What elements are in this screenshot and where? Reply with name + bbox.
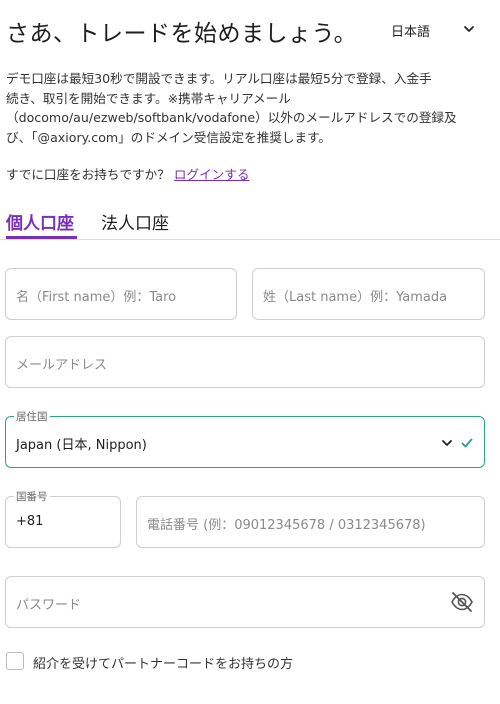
intro-line: 続き、取引を開始できます。※携帯キャリアメール	[6, 90, 291, 106]
phone-code-field[interactable]: 国番号 +81	[5, 489, 121, 548]
eye-off-icon[interactable]	[450, 591, 474, 613]
first-name-placeholder: 名（First name）例：Taro	[16, 290, 177, 305]
phone-code-value: +81	[16, 514, 44, 529]
password-field[interactable]: パスワード	[5, 576, 485, 628]
intro-description: デモ口座は最短30秒で開設できます。リアル口座は最短5分で登録、入金手 続き、取…	[6, 69, 496, 147]
tab-corporate-account[interactable]: 法人口座	[101, 209, 169, 234]
referral-checkbox[interactable]	[6, 652, 24, 670]
language-selector[interactable]: 日本語	[391, 21, 430, 40]
email-placeholder: メールアドレス	[16, 358, 108, 373]
tab-individual-account[interactable]: 個人口座	[6, 209, 74, 234]
check-icon	[461, 438, 473, 448]
login-prompt: すでに口座をお持ちですか？ ログインする	[6, 164, 249, 183]
phone-code-label: 国番号	[14, 489, 50, 504]
first-name-field[interactable]: 名（First name）例：Taro	[5, 268, 237, 320]
password-placeholder: パスワード	[16, 598, 82, 613]
intro-line: び、「@axiory.com」のドメイン受信設定を推奨します。	[6, 129, 332, 145]
country-select[interactable]: 居住国 Japan (日本, Nippon)	[5, 409, 485, 468]
login-prompt-text: すでに口座をお持ちですか？	[6, 167, 170, 182]
phone-number-placeholder: 電話番号 (例：09012345678 / 0312345678)	[147, 518, 426, 533]
referral-checkbox-label[interactable]: 紹介を受けてパートナーコードをお持ちの方	[33, 653, 293, 672]
last-name-field[interactable]: 姓（Last name）例：Yamada	[252, 268, 485, 320]
last-name-placeholder: 姓（Last name）例：Yamada	[263, 290, 448, 305]
login-link[interactable]: ログインする	[174, 167, 250, 182]
chevron-down-icon[interactable]	[440, 436, 454, 450]
tab-divider	[0, 239, 500, 240]
chevron-down-icon[interactable]	[462, 22, 476, 36]
phone-number-field[interactable]: 電話番号 (例：09012345678 / 0312345678)	[136, 496, 485, 548]
intro-line: （docomo/au/ezweb/softbank/vodafone）以外のメー…	[6, 110, 457, 126]
page-title: さあ、トレードを始めましょう。	[6, 21, 358, 47]
country-value: Japan (日本, Nippon)	[16, 438, 147, 453]
country-label: 居住国	[14, 409, 50, 424]
intro-line: デモ口座は最短30秒で開設できます。リアル口座は最短5分で登録、入金手	[6, 71, 432, 86]
email-field[interactable]: メールアドレス	[5, 336, 485, 388]
